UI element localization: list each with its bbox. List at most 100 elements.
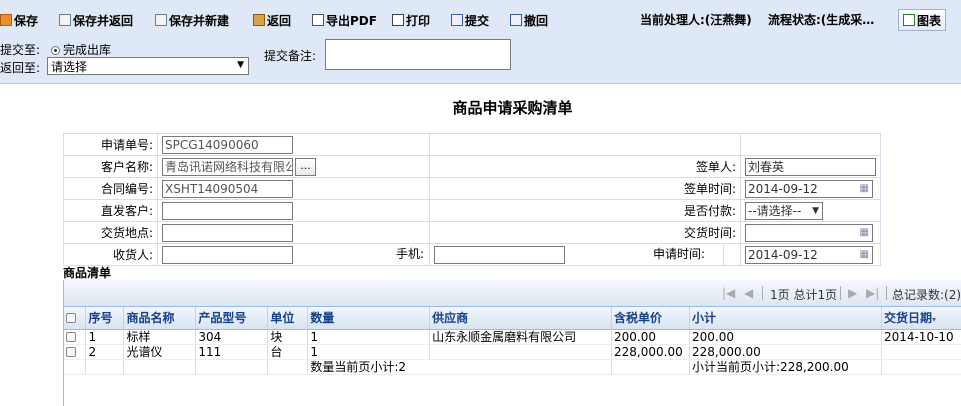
print-button[interactable]: 打印 (392, 11, 430, 29)
customer-label: 客户名称: (63, 155, 158, 178)
save-return-button[interactable]: 保存并返回 (59, 11, 133, 29)
document-new-icon (155, 14, 167, 26)
row-checkbox[interactable] (64, 344, 87, 360)
cell-price: 200.00 (611, 329, 691, 345)
amount-page-subtotal: 小计当前页小计:228,200.00 (689, 359, 882, 375)
cell-price: 228,000.00 (611, 344, 691, 360)
submit-note-label: 提交备注: (264, 49, 317, 63)
qty-page-subtotal: 数量当前页小计:2 (307, 359, 613, 375)
cell-model: 111 (195, 344, 269, 360)
cell-name: 光谱仪 (123, 344, 197, 360)
next-page-icon[interactable]: ▶ (848, 286, 857, 300)
select-all-checkbox[interactable] (64, 307, 87, 330)
col-header[interactable]: 供应商 (429, 307, 613, 330)
save-return-icon (59, 14, 71, 26)
chevron-down-icon: ▼ (812, 205, 819, 216)
phone-field[interactable] (434, 245, 565, 264)
summary-row: 数量当前页小计:2 小计当前页小计:228,200.00 (64, 359, 961, 375)
col-header[interactable]: 产品型号 (195, 307, 269, 330)
recall-button[interactable]: 撤回 (510, 11, 548, 29)
submit-button[interactable]: 提交 (451, 11, 489, 29)
apply-time-label: 申请时间: (652, 247, 705, 262)
submit-note-textarea[interactable] (325, 39, 511, 70)
customer-picker-button[interactable]: ... (295, 157, 316, 176)
col-header[interactable]: 序号 (85, 307, 125, 330)
cell-index: 1 (85, 329, 125, 345)
purchase-form: 申请单号: SPCG14090060 客户名称: 青岛讯诺网络科技有限公... … (63, 133, 881, 266)
last-page-icon[interactable]: ▶| (866, 286, 879, 300)
goods-table: 序号 商品名称 产品型号 单位 数量 供应商 含税单价 小计 交货日期▾ 1 标… (64, 307, 961, 375)
cell-qty: 1 (307, 344, 431, 360)
delivery-place-cell (157, 221, 430, 244)
apply-time-cell: 2014-09-12 (740, 243, 881, 266)
col-header[interactable]: 含税单价 (611, 307, 691, 330)
current-handler: 当前处理人:(汪燕舞) (640, 13, 752, 27)
chart-button[interactable]: 图表 (898, 9, 946, 31)
col-header[interactable]: 单位 (267, 307, 309, 330)
contract-field[interactable]: XSHT14090504 (162, 179, 293, 198)
delivery-time-cell (740, 221, 881, 244)
sign-time-field[interactable]: 2014-09-12 (745, 179, 873, 198)
page-info: 1页 总计1页 (770, 288, 838, 302)
paid-select[interactable]: --请选择-- ▼ (745, 201, 823, 220)
cell-index: 2 (85, 344, 125, 360)
sign-time-cell: 2014-09-12 (740, 177, 881, 200)
back-button[interactable]: 返回 (253, 11, 291, 29)
receiver-field[interactable] (162, 245, 293, 264)
col-header[interactable]: 小计 (689, 307, 882, 330)
col-header[interactable]: 商品名称 (123, 307, 197, 330)
signer-cell: 刘春英 (740, 155, 881, 178)
goods-section-title: 商品清单 (63, 266, 112, 280)
direct-customer-field[interactable] (162, 201, 293, 220)
delivery-place-label: 交货地点: (63, 221, 158, 244)
receiver-label: 收货人: (63, 243, 158, 266)
chevron-down-icon: ▼ (237, 60, 244, 70)
paid-cell: --请选择-- ▼ (740, 199, 881, 222)
paid-label: 是否付款: (429, 199, 741, 222)
cell-unit: 台 (267, 344, 309, 360)
export-pdf-button[interactable]: 导出PDF (312, 11, 377, 29)
cell-unit: 块 (267, 329, 309, 345)
sign-time-label: 签单时间: (429, 177, 741, 200)
cell-supplier (429, 344, 613, 360)
customer-field[interactable]: 青岛讯诺网络科技有限公 (162, 157, 293, 176)
cell-model: 304 (195, 329, 269, 345)
signer-field[interactable]: 刘春英 (745, 157, 876, 176)
table-row[interactable]: 1 标样 304 块 1 山东永顺金属磨料有限公司 200.00 200.00 … (64, 329, 961, 345)
phone-cell: 申请时间: (429, 243, 724, 266)
cell-name: 标样 (123, 329, 197, 345)
signer-label: 签单人: (429, 155, 741, 178)
col-header-sort[interactable]: 交货日期▾ (881, 307, 961, 330)
cell-subtotal: 200.00 (689, 329, 882, 345)
recall-icon (510, 14, 522, 26)
cell-delivery-date: 2014-10-10 (881, 329, 961, 345)
save-button[interactable]: 保存 (0, 11, 38, 29)
save-new-button[interactable]: 保存并新建 (155, 11, 229, 29)
cell-qty: 1 (307, 329, 431, 345)
first-page-icon[interactable]: |◀ (722, 286, 735, 300)
row-checkbox[interactable] (64, 329, 87, 345)
submit-to-radio[interactable]: 完成出库 (51, 41, 111, 58)
return-to-select[interactable]: 请选择 ▼ (47, 57, 249, 75)
total-records: 总记录数:(2) (892, 288, 961, 302)
return-to-label: 返回至: (0, 61, 41, 75)
apply-no-field[interactable]: SPCG14090060 (162, 135, 293, 154)
col-header[interactable]: 数量 (307, 307, 431, 330)
cell-subtotal: 228,000.00 (689, 344, 882, 360)
pdf-icon (312, 14, 324, 26)
submit-to-label: 提交至: (0, 43, 41, 57)
page-title: 商品申请采购清单 (452, 99, 573, 117)
direct-customer-label: 直发客户: (63, 199, 158, 222)
delivery-time-field[interactable] (745, 223, 873, 242)
prev-page-icon[interactable]: ◀ (744, 286, 753, 300)
cell-supplier: 山东永顺金属磨料有限公司 (429, 329, 613, 345)
delivery-place-field[interactable] (162, 223, 293, 242)
apply-time-field[interactable]: 2014-09-12 (745, 245, 873, 264)
phone-label: 手机: (395, 247, 424, 262)
apply-no-label: 申请单号: (63, 133, 158, 156)
printer-icon (392, 14, 404, 26)
table-row[interactable]: 2 光谱仪 111 台 1 228,000.00 228,000.00 (64, 344, 961, 360)
receiver-cell: 手机: (157, 243, 430, 266)
cell-delivery-date (881, 344, 961, 360)
flow-status: 流程状态:(生成采… (768, 13, 875, 27)
